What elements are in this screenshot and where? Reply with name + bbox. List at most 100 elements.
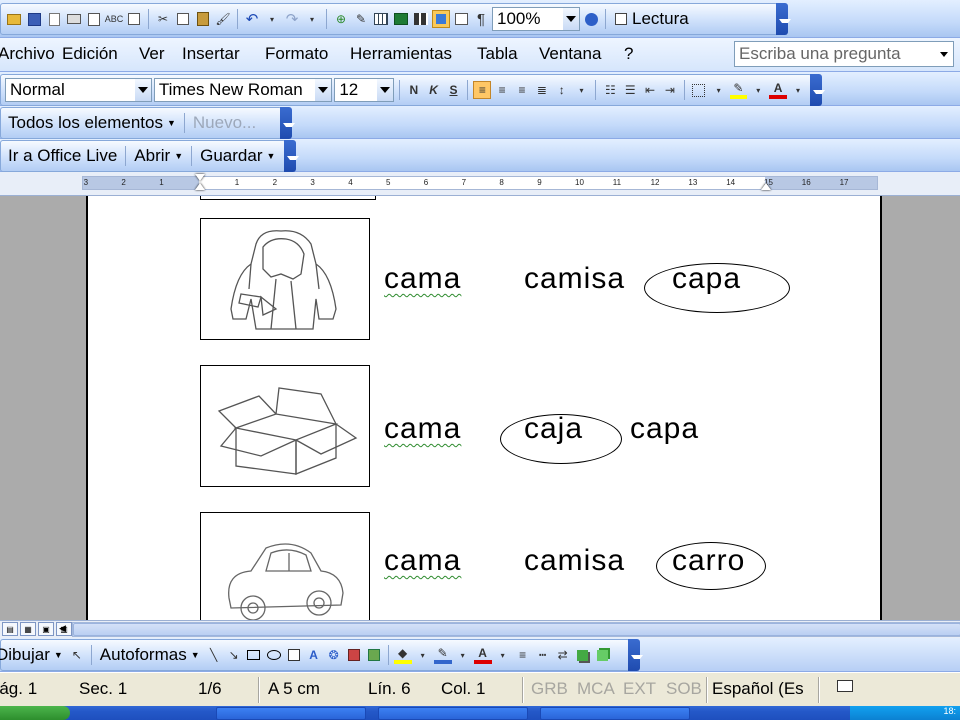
menu-edit[interactable]: Edición [62,44,118,64]
menu-file[interactable]: Archivo [0,44,55,64]
toolbar-options-icon[interactable] [280,107,295,139]
hyperlink-icon[interactable]: ⊕ [332,10,350,28]
dropdown-arrow-icon[interactable]: ▾ [749,81,767,99]
toolbar-options-icon[interactable] [810,74,825,106]
line-icon[interactable]: ╲ [205,646,223,664]
dropdown-arrow-icon[interactable]: ▾ [789,81,807,99]
word-option[interactable]: camisa [524,544,625,578]
chevron-down-icon[interactable] [315,79,332,101]
scroll-thumb[interactable] [73,623,960,636]
font-combo[interactable]: Times New Roman [153,78,333,102]
print-view-icon[interactable]: ▣ [38,622,54,636]
dropdown-arrow-icon[interactable]: ▾ [263,10,281,28]
all-elements-button[interactable]: Todos los elementos ▼ [5,113,179,133]
permission-icon[interactable] [45,10,63,28]
insert-table-icon[interactable] [372,10,390,28]
chevron-down-icon[interactable] [376,79,393,101]
status-track-changes[interactable]: MCA [577,679,615,699]
taskbar-button[interactable] [216,707,366,720]
taskbar-button[interactable] [378,707,528,720]
columns-icon[interactable] [412,10,430,28]
word-option[interactable]: cama [384,262,461,296]
toolbar-options-icon[interactable] [776,3,791,35]
picture-box[interactable] [200,365,370,487]
chevron-down-icon[interactable] [935,42,953,66]
picture-car[interactable] [200,512,370,620]
right-indent-marker[interactable] [761,183,771,190]
picture-coat[interactable] [200,218,370,340]
menu-view[interactable]: Ver [139,44,165,64]
line-spacing-icon[interactable]: ↕ [553,81,571,99]
first-line-indent-marker[interactable] [195,174,205,181]
highlight-icon[interactable]: ✎ [729,81,748,99]
font-size-combo[interactable]: 12 [334,78,394,102]
reading-layout-button[interactable]: Lectura [611,9,692,29]
normal-view-icon[interactable]: ▤ [2,622,18,636]
research-icon[interactable] [125,10,143,28]
menu-tools[interactable]: Herramientas [350,44,452,64]
align-right-icon[interactable]: ≡ [513,81,531,99]
arrow-style-icon[interactable]: ⇄ [554,646,572,664]
tables-borders-icon[interactable]: ✎ [352,10,370,28]
menu-table[interactable]: Tabla [477,44,518,64]
undo-icon[interactable]: ↶ [243,10,261,28]
rectangle-icon[interactable] [245,646,263,664]
dropdown-arrow-icon[interactable]: ▾ [494,646,512,664]
taskbar-button[interactable] [540,707,690,720]
dropdown-arrow-icon[interactable]: ▾ [414,646,432,664]
autoshapes-menu-button[interactable]: Autoformas ▼ [97,645,203,665]
decrease-indent-icon[interactable]: ⇤ [641,81,659,99]
cut-icon[interactable]: ✂ [154,10,172,28]
arrow-icon[interactable]: ↘ [225,646,243,664]
menu-insert[interactable]: Insertar [182,44,240,64]
print-icon[interactable] [65,10,83,28]
line-style-icon[interactable]: ≡ [514,646,532,664]
word-option[interactable]: cama [384,544,461,578]
numbering-icon[interactable]: ☷ [601,81,619,99]
show-hide-icon[interactable]: ¶ [472,10,490,28]
document-map-icon[interactable] [452,10,470,28]
scroll-track[interactable]: ◀ [59,622,960,637]
help-icon[interactable] [582,10,600,28]
drawing-icon[interactable] [432,10,450,28]
line-color-icon[interactable]: ✎ [433,646,452,664]
spelling-icon[interactable]: ABC [105,10,124,28]
borders-icon[interactable] [690,81,708,99]
dropdown-arrow-icon[interactable]: ▾ [710,81,728,99]
fill-color-icon[interactable]: ◆ [393,646,412,664]
menu-help[interactable]: ? [624,44,633,64]
word-option[interactable]: capa [630,412,699,446]
dropdown-arrow-icon[interactable]: ▾ [303,10,321,28]
paste-icon[interactable] [194,10,212,28]
go-office-live-button[interactable]: Ir a Office Live [5,146,120,166]
bullets-icon[interactable]: ☰ [621,81,639,99]
picture-icon[interactable] [365,646,383,664]
font-color-icon[interactable]: A [473,646,492,664]
ask-question-box[interactable]: Escriba una pregunta [734,41,954,67]
print-preview-icon[interactable] [85,10,103,28]
hanging-indent-marker[interactable] [195,183,205,190]
underline-button[interactable]: S [445,81,463,99]
dash-style-icon[interactable]: ┅ [534,646,552,664]
toolbar-options-icon[interactable] [284,140,299,172]
start-button[interactable] [0,706,70,720]
word-option[interactable]: camisa [524,262,625,296]
diagram-icon[interactable]: ❂ [325,646,343,664]
word-option[interactable]: cama [384,412,461,446]
align-left-icon[interactable]: ≡ [473,81,492,99]
zoom-combo[interactable]: 100% [492,7,580,31]
insert-excel-icon[interactable] [392,10,410,28]
ruler-track[interactable]: 3 2 1 1 2 3 4 5 6 7 8 9 10 11 12 13 14 15 16 17 [82,174,878,190]
open-icon[interactable] [5,10,23,28]
dropdown-arrow-icon[interactable]: ▾ [454,646,472,664]
redo-icon[interactable]: ↷ [283,10,301,28]
align-center-icon[interactable]: ≡ [493,81,511,99]
save-button[interactable]: Guardar ▼ [197,146,278,166]
new-button[interactable]: Nuevo... [190,113,259,133]
dropdown-arrow-icon[interactable]: ▾ [573,81,591,99]
select-objects-icon[interactable]: ↖ [68,646,86,664]
copy-icon[interactable] [174,10,192,28]
menu-window[interactable]: Ventana [539,44,601,64]
style-combo[interactable]: Normal [5,78,152,102]
open-button[interactable]: Abrir ▼ [131,146,186,166]
